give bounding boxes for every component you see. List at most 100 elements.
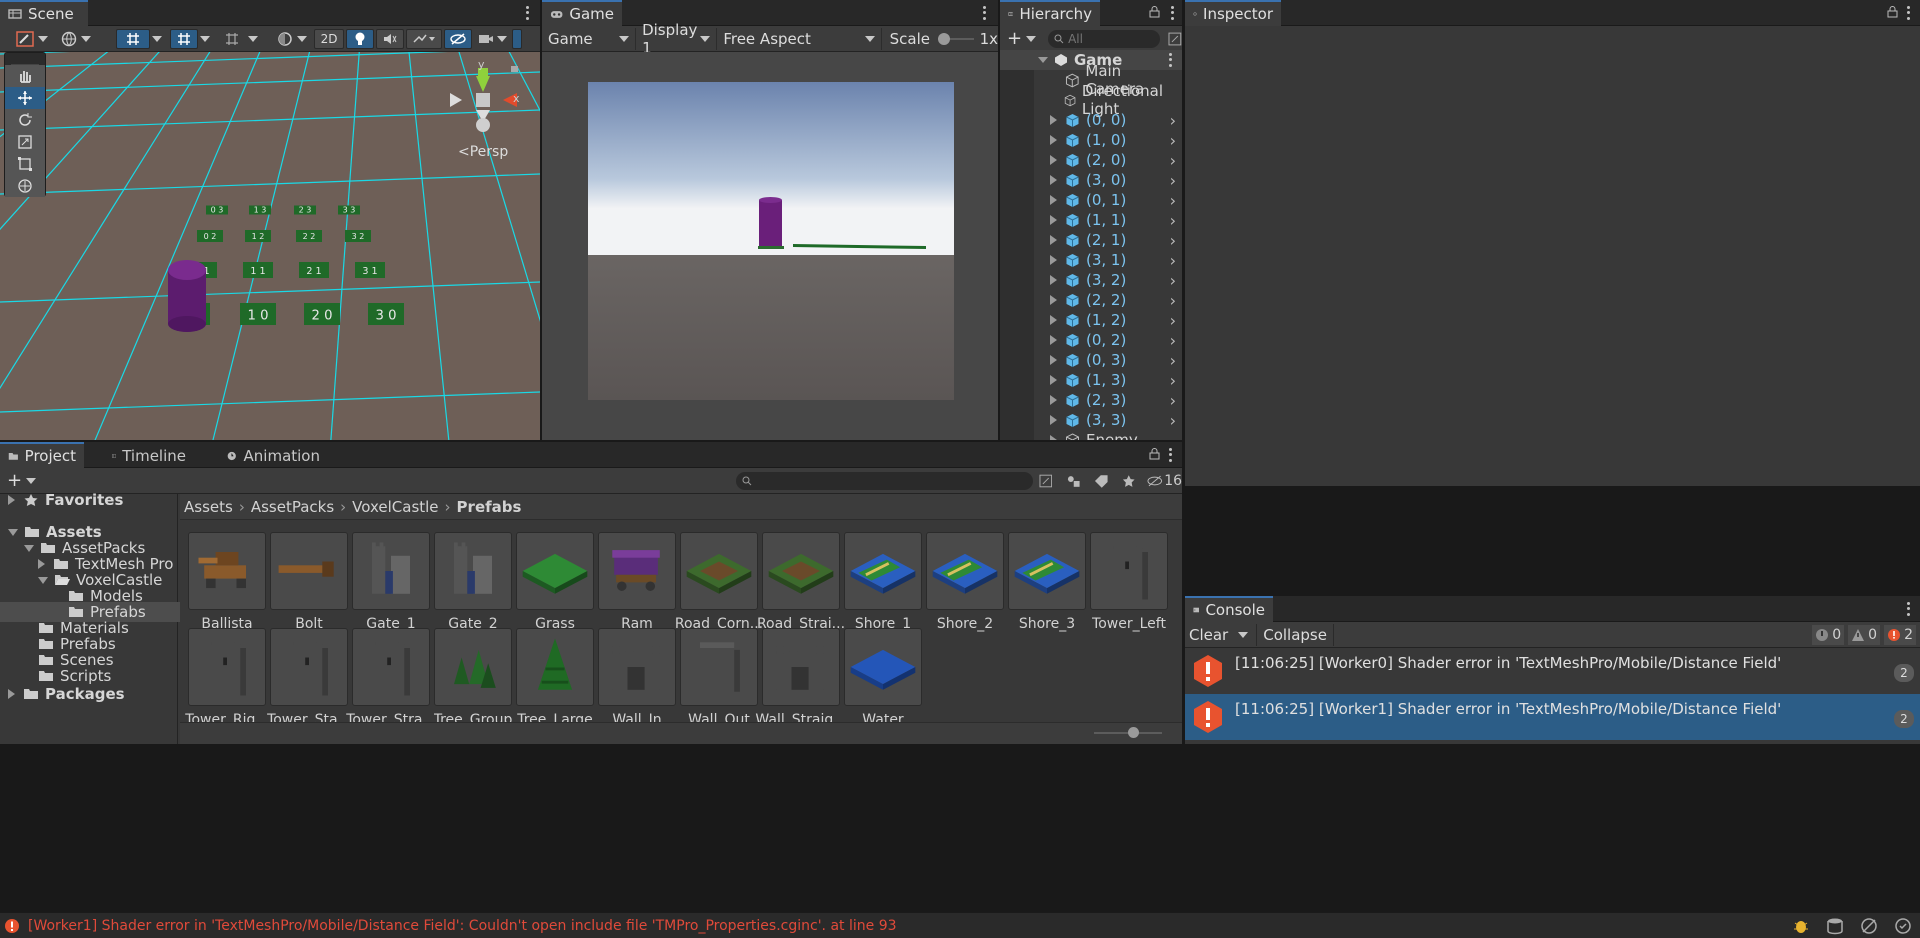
hierarchy-item[interactable]: Directional Light: [1000, 82, 1182, 118]
lock-icon[interactable]: [1149, 448, 1160, 460]
expand-arrow-icon[interactable]: [1050, 155, 1057, 165]
scene-menu-icon[interactable]: [523, 5, 531, 21]
expand-arrow-icon[interactable]: [8, 495, 15, 505]
shading-mode-button[interactable]: [272, 28, 312, 49]
open-prefab-icon[interactable]: ›: [1170, 291, 1176, 310]
chevron-down-icon[interactable]: [1238, 631, 1249, 638]
breadcrumb-voxelcastle[interactable]: VoxelCastle: [352, 498, 438, 516]
tab-animation[interactable]: Animation: [218, 442, 328, 468]
grid-snap-button[interactable]: [116, 28, 150, 49]
collapse-arrow-icon[interactable]: [38, 576, 48, 584]
hierarchy-item[interactable]: (2, 2) ›: [1000, 290, 1182, 310]
lighting-button[interactable]: [346, 28, 374, 49]
game-view-dropdown[interactable]: Game: [542, 27, 637, 50]
game-menu-icon[interactable]: [980, 5, 988, 21]
console-error-filter[interactable]: 2: [1884, 624, 1916, 645]
search-options-icon[interactable]: [1168, 32, 1182, 46]
expand-arrow-icon[interactable]: [1050, 415, 1057, 425]
tab-timeline[interactable]: Timeline: [104, 442, 194, 468]
background-tasks-icon[interactable]: [1894, 917, 1912, 935]
favorite-star-icon[interactable]: [1121, 474, 1137, 488]
move-tool-button[interactable]: [5, 87, 45, 109]
hierarchy-item[interactable]: (1, 2) ›: [1000, 310, 1182, 330]
hierarchy-item[interactable]: (0, 3) ›: [1000, 350, 1182, 370]
expand-arrow-icon[interactable]: [8, 689, 15, 699]
expand-arrow-icon[interactable]: [1050, 175, 1057, 185]
thumbnail-size-slider-thumb[interactable]: [1128, 727, 1139, 738]
asset-tile[interactable]: Water: [804, 628, 962, 728]
hierarchy-item[interactable]: (0, 1) ›: [1000, 190, 1182, 210]
open-prefab-icon[interactable]: ›: [1170, 111, 1176, 130]
console-menu-icon[interactable]: [1904, 601, 1912, 617]
scale-tool-button[interactable]: [5, 131, 45, 153]
tab-scene[interactable]: Scene: [0, 0, 88, 26]
open-prefab-icon[interactable]: ›: [1170, 171, 1176, 190]
game-view[interactable]: [542, 52, 998, 440]
hand-tool-button[interactable]: [5, 65, 45, 87]
hierarchy-item[interactable]: (2, 1) ›: [1000, 230, 1182, 250]
expand-arrow-icon[interactable]: [1050, 195, 1057, 205]
open-prefab-icon[interactable]: ›: [1170, 231, 1176, 250]
chevron-down-icon[interactable]: [1038, 57, 1048, 63]
breadcrumb-assetpacks[interactable]: AssetPacks: [251, 498, 334, 516]
tab-project[interactable]: Project: [0, 442, 84, 468]
chevron-down-icon[interactable]: [26, 477, 37, 484]
chevron-down-icon[interactable]: [200, 35, 210, 42]
mode-2d-button[interactable]: 2D: [314, 28, 344, 49]
globe-dropdown[interactable]: [56, 28, 96, 49]
chevron-down-icon[interactable]: [152, 35, 162, 42]
breadcrumb-prefabs[interactable]: Prefabs: [457, 498, 522, 516]
filter-by-label-icon[interactable]: [1094, 474, 1110, 488]
chevron-down-icon[interactable]: [248, 35, 258, 42]
open-prefab-icon[interactable]: ›: [1170, 311, 1176, 330]
hierarchy-item[interactable]: (1, 3) ›: [1000, 370, 1182, 390]
hierarchy-search[interactable]: [1048, 29, 1161, 48]
enemy-cylinder[interactable]: [168, 260, 206, 332]
open-prefab-icon[interactable]: ›: [1170, 331, 1176, 350]
filter-by-type-icon[interactable]: [1066, 474, 1082, 488]
open-prefab-icon[interactable]: ›: [1170, 251, 1176, 270]
tab-hierarchy[interactable]: Hierarchy: [1000, 0, 1100, 26]
expand-arrow-icon[interactable]: [1050, 135, 1057, 145]
console-clear-button[interactable]: Clear: [1189, 626, 1228, 644]
hierarchy-item[interactable]: (3, 2) ›: [1000, 270, 1182, 290]
expand-arrow-icon[interactable]: [1050, 355, 1057, 365]
console-info-filter[interactable]: 0: [1812, 624, 1845, 645]
camera-button[interactable]: [474, 28, 510, 49]
expand-arrow-icon[interactable]: [1050, 295, 1057, 305]
open-prefab-icon[interactable]: ›: [1170, 271, 1176, 290]
hierarchy-item[interactable]: Enemy: [1000, 430, 1182, 440]
hierarchy-item[interactable]: (1, 0) ›: [1000, 130, 1182, 150]
expand-arrow-icon[interactable]: [1050, 375, 1057, 385]
open-prefab-icon[interactable]: ›: [1170, 411, 1176, 430]
tab-console[interactable]: Console: [1185, 596, 1273, 622]
scale-slider[interactable]: [937, 32, 974, 46]
aspect-dropdown[interactable]: Free Aspect: [717, 27, 882, 50]
hierarchy-item[interactable]: (3, 1) ›: [1000, 250, 1182, 270]
collapse-arrow-icon[interactable]: [8, 528, 18, 536]
expand-arrow-icon[interactable]: [1050, 315, 1057, 325]
expand-arrow-icon[interactable]: [1050, 275, 1057, 285]
thumbnail-size-slider[interactable]: [1094, 727, 1162, 738]
network-off-icon[interactable]: [1860, 917, 1878, 935]
open-prefab-icon[interactable]: ›: [1170, 371, 1176, 390]
palette-handle[interactable]: [11, 53, 39, 65]
rotate-tool-button[interactable]: [5, 109, 45, 131]
hierarchy-search-input[interactable]: [1068, 31, 1149, 46]
hidden-packages-icon[interactable]: [1147, 474, 1163, 488]
tab-game[interactable]: Game: [542, 0, 622, 26]
increment-snap-button[interactable]: [218, 28, 246, 49]
add-object-button[interactable]: +: [1007, 28, 1022, 49]
scene-view-canvas[interactable]: 0 31 32 33 30 21 22 23 20 11 12 13 10, 0…: [0, 52, 540, 440]
persp-label[interactable]: <Persp: [458, 144, 508, 160]
open-prefab-icon[interactable]: ›: [1170, 131, 1176, 150]
grid-visibility-button[interactable]: [170, 28, 198, 49]
hierarchy-item[interactable]: (0, 2) ›: [1000, 330, 1182, 350]
open-prefab-icon[interactable]: ›: [1170, 391, 1176, 410]
expand-arrow-icon[interactable]: [1050, 115, 1057, 125]
collapse-arrow-icon[interactable]: [24, 544, 34, 552]
expand-arrow-icon[interactable]: [1050, 435, 1057, 440]
breadcrumb-assets[interactable]: Assets: [184, 498, 233, 516]
expand-arrow-icon[interactable]: [1050, 255, 1057, 265]
audio-button[interactable]: [376, 28, 404, 49]
